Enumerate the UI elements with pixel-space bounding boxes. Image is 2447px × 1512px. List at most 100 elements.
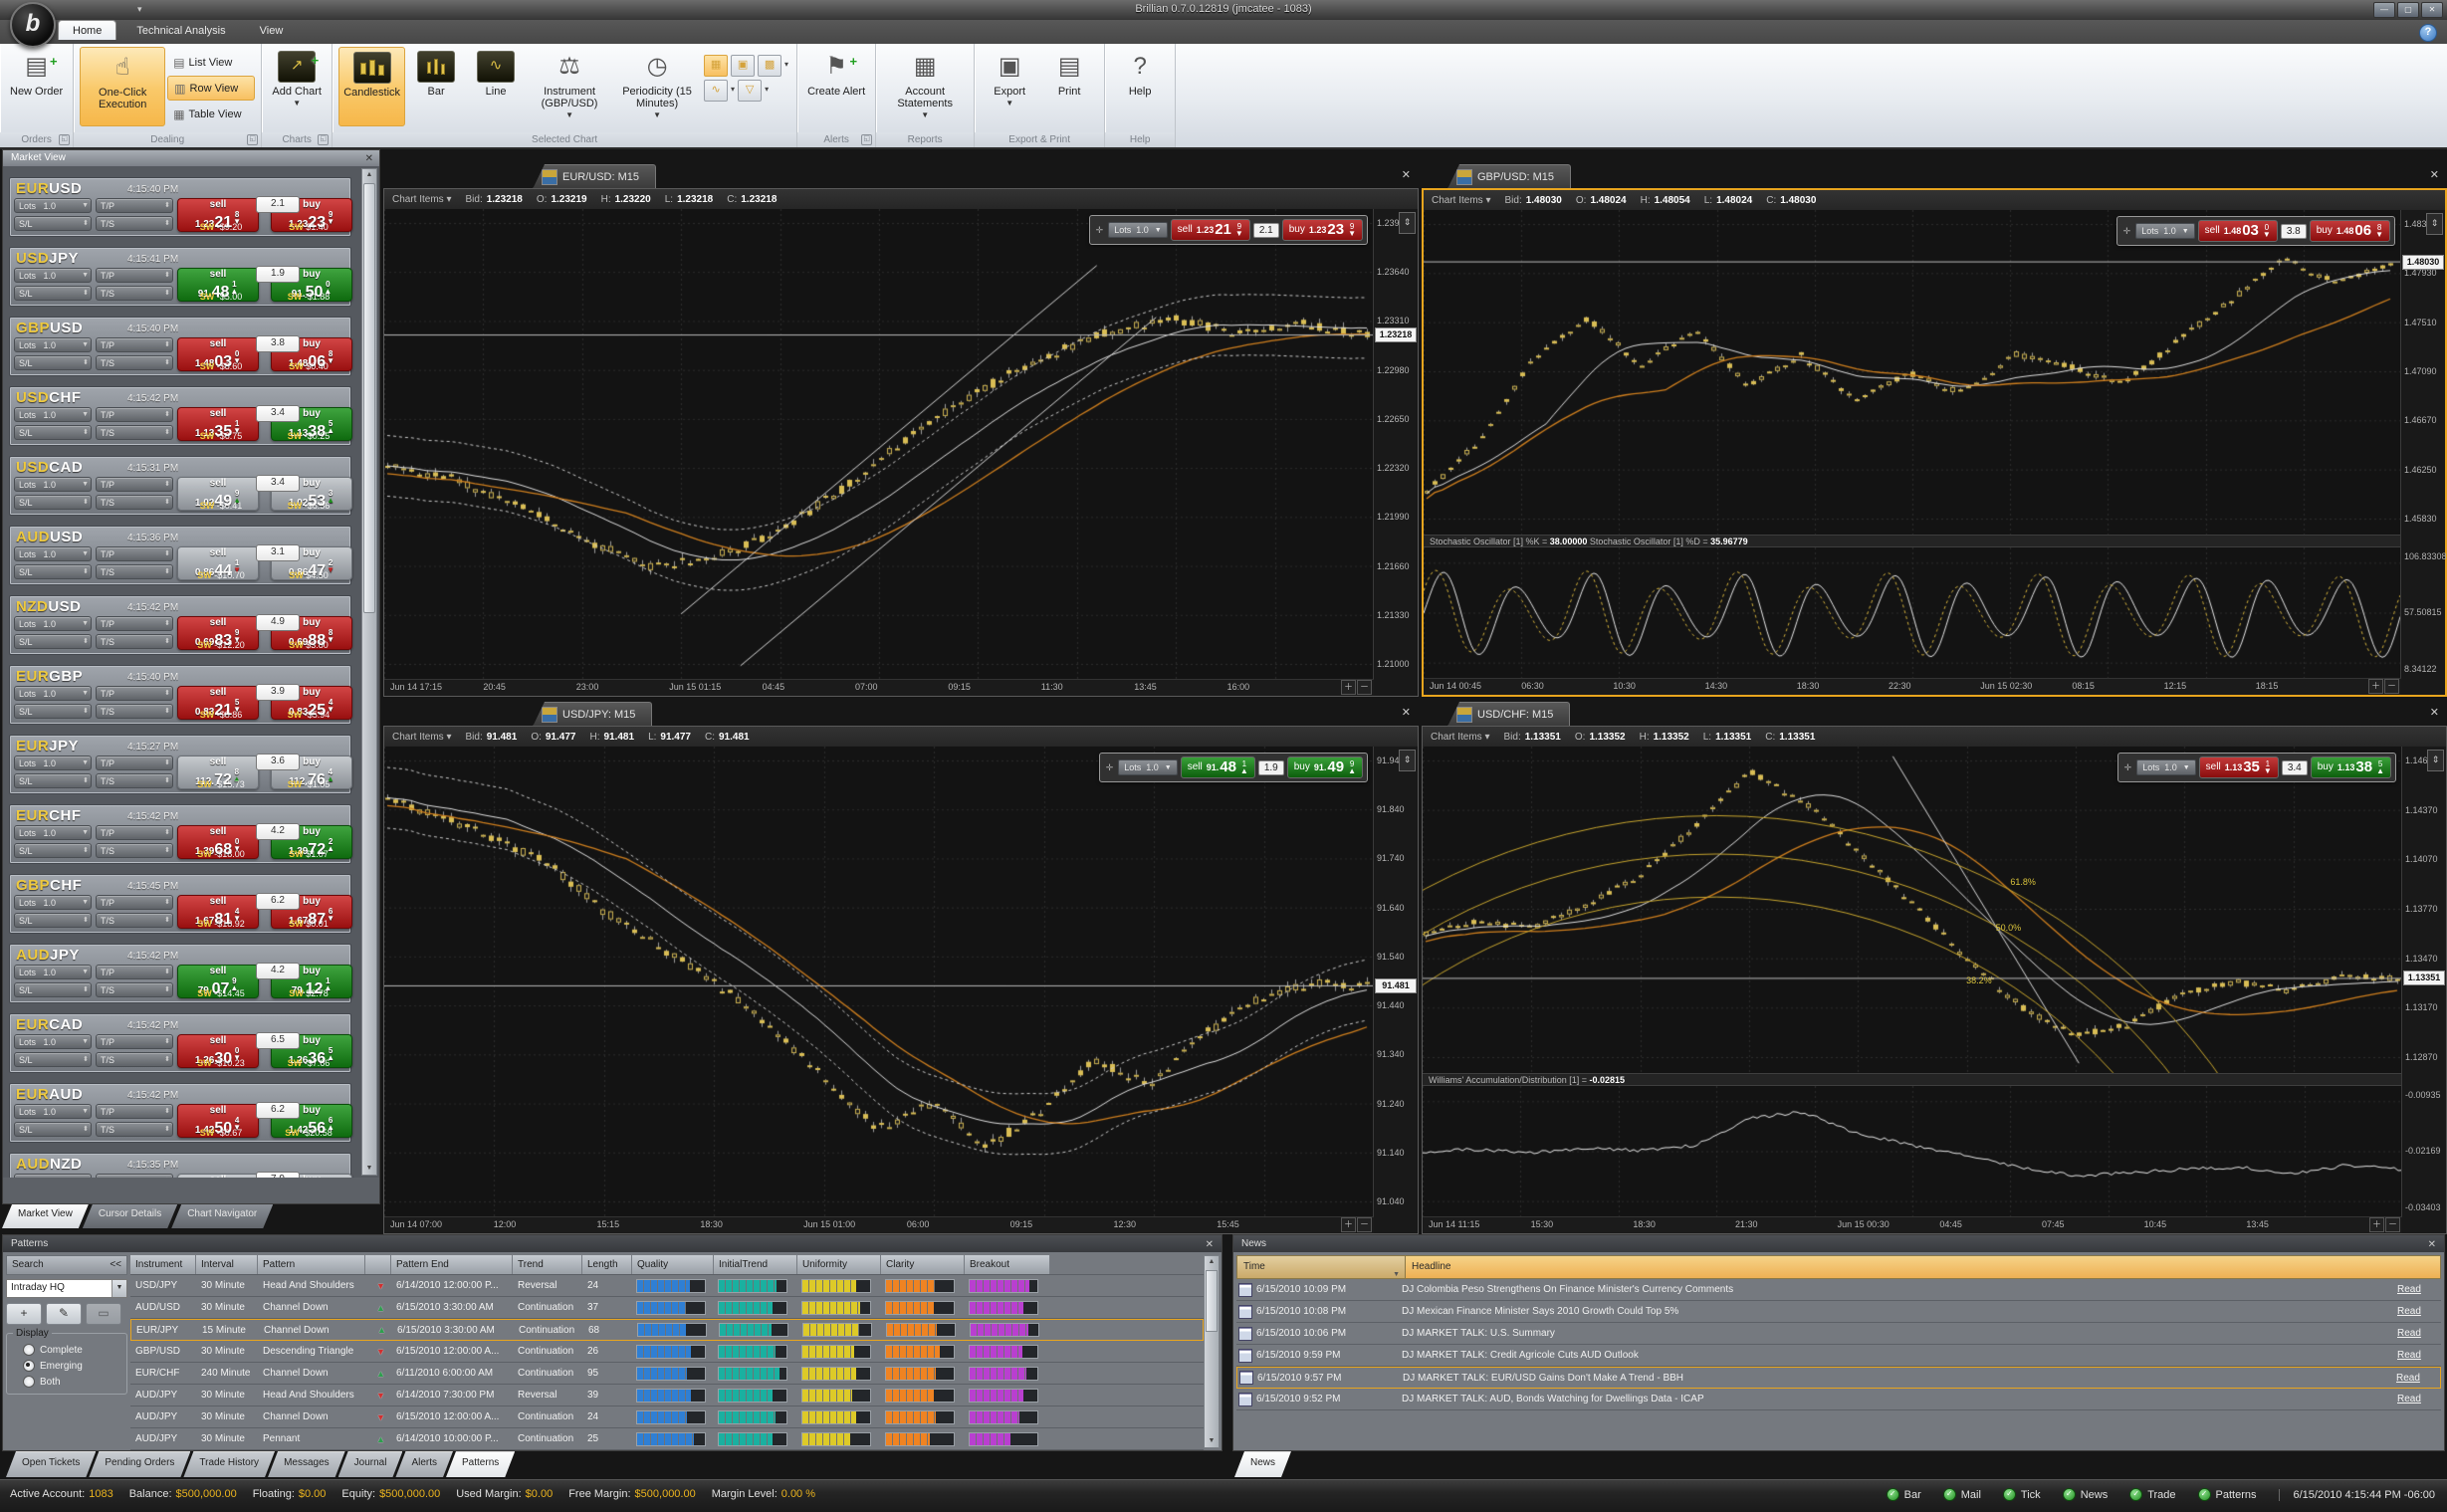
trailing-stop-stepper[interactable]: T/S⬍ <box>96 634 173 649</box>
market-view-close-icon[interactable]: ✕ <box>365 151 373 167</box>
delete-pattern-search-button[interactable]: ▭ <box>86 1303 121 1325</box>
bar-button[interactable]: Bar <box>407 47 465 126</box>
price-scale-icon[interactable]: ⇕ <box>2426 213 2443 235</box>
zoom-in-button[interactable]: ＋ <box>2369 1217 2384 1232</box>
lots-select[interactable]: Lots 1.0 ▼ <box>2136 759 2195 775</box>
lots-select[interactable]: Lots 1.0▼ <box>14 895 92 910</box>
pattern-row[interactable]: AUD/JPY30 MinuteChannel Down▼6/15/2010 1… <box>130 1406 1204 1428</box>
bottom-tab-patterns[interactable]: Patterns <box>446 1451 515 1477</box>
pattern-row[interactable]: EUR/JPY15 MinuteChannel Down▲6/15/2010 3… <box>130 1319 1204 1341</box>
news-row[interactable]: 6/15/2010 9:59 PMDJ MARKET TALK: Credit … <box>1236 1345 2441 1367</box>
sell-button[interactable]: sell1.13351▼ <box>2199 756 2279 778</box>
sell-button[interactable]: sell1.23706▼ <box>177 1174 259 1178</box>
price-scale-icon[interactable]: ⇕ <box>1399 750 1416 771</box>
patterns-close-icon[interactable]: ✕ <box>1206 1236 1214 1253</box>
take-profit-stepper[interactable]: T/P⬍ <box>96 1104 173 1119</box>
price-chart-canvas[interactable] <box>384 747 1374 1217</box>
column-header-initialtrend[interactable]: InitialTrend <box>714 1255 797 1274</box>
column-header-direction[interactable] <box>365 1255 391 1274</box>
take-profit-stepper[interactable]: T/P⬍ <box>96 198 173 213</box>
scroll-up-icon[interactable]: ▲ <box>1205 1256 1219 1268</box>
pattern-row[interactable]: AUD/JPY30 MinutePennant▲6/14/2010 10:00:… <box>130 1428 1204 1450</box>
take-profit-stepper[interactable]: T/P⬍ <box>96 895 173 910</box>
drag-grip-icon[interactable]: ✛ <box>2121 226 2133 237</box>
pattern-row[interactable]: USD/JPY30 MinuteHead And Shoulders▼6/14/… <box>130 1275 1204 1297</box>
add-chart-button[interactable]: ↗+Add Chart▼ <box>268 47 326 126</box>
scrollbar-thumb[interactable] <box>363 183 375 613</box>
bottom-tab-alerts[interactable]: Alerts <box>395 1451 453 1477</box>
lots-select[interactable]: Lots 1.0▼ <box>14 337 92 352</box>
chevron-down-icon[interactable]: ▾ <box>731 80 735 102</box>
stop-loss-stepper[interactable]: S/L⬍ <box>14 1052 92 1067</box>
chevron-down-icon[interactable]: ▾ <box>765 80 769 102</box>
lots-select[interactable]: Lots 1.0▼ <box>14 756 92 770</box>
trailing-stop-stepper[interactable]: T/S⬍ <box>96 982 173 997</box>
zoom-in-button[interactable]: ＋ <box>1341 680 1356 695</box>
collapse-icon[interactable]: << <box>110 1256 121 1274</box>
stop-loss-stepper[interactable]: S/L⬍ <box>14 564 92 579</box>
price-scale-icon[interactable]: ⇕ <box>2427 750 2444 771</box>
lots-select[interactable]: Lots 1.0▼ <box>14 477 92 492</box>
add-pattern-search-button[interactable]: + <box>6 1303 42 1325</box>
new-order-button[interactable]: ▤+New Order <box>6 47 67 126</box>
take-profit-stepper[interactable]: T/P⬍ <box>96 268 173 283</box>
radio-emerging[interactable]: Emerging <box>23 1360 120 1372</box>
chart-items-dropdown[interactable]: Chart Items ▾ <box>1432 195 1490 206</box>
stop-loss-stepper[interactable]: S/L⬍ <box>14 913 92 928</box>
chart-close-icon[interactable]: ✕ <box>2430 706 2439 719</box>
bottom-tab-open-tickets[interactable]: Open Tickets <box>6 1451 96 1477</box>
export-button[interactable]: ▣Export▼ <box>981 47 1038 126</box>
bottom-tab-trade-history[interactable]: Trade History <box>183 1451 275 1477</box>
chart-items-dropdown[interactable]: Chart Items ▾ <box>1431 732 1489 743</box>
column-header-uniformity[interactable]: Uniformity <box>797 1255 881 1274</box>
instrument-gbp-usd-button[interactable]: ⚖Instrument (GBP/USD)▼ <box>527 47 612 126</box>
scroll-up-icon[interactable]: ▲ <box>362 169 376 181</box>
buy-button[interactable]: buy1.13385▲ <box>2311 756 2391 778</box>
buy-button[interactable]: buy1.48068▼ <box>2310 220 2390 242</box>
radio-both[interactable]: Both <box>23 1376 120 1388</box>
price-chart-canvas[interactable] <box>1424 210 2401 535</box>
search-header[interactable]: Search << <box>6 1255 127 1275</box>
one-click-execution-button[interactable]: ☝One-Click Execution <box>80 47 165 126</box>
patterns-scrollbar[interactable]: ▲ ▼ <box>1204 1255 1220 1448</box>
column-header-quality[interactable]: Quality <box>632 1255 714 1274</box>
scrollbar-thumb[interactable] <box>1206 1270 1218 1332</box>
create-alert-button[interactable]: ⚑+Create Alert <box>803 47 869 126</box>
sell-button[interactable]: sell1.23219▼ <box>1171 219 1250 241</box>
radio-complete[interactable]: Complete <box>23 1344 120 1356</box>
stop-loss-stepper[interactable]: S/L⬍ <box>14 425 92 440</box>
chart-close-icon[interactable]: ✕ <box>1402 706 1411 719</box>
bottom-tab-pending-orders[interactable]: Pending Orders <box>89 1451 190 1477</box>
chart-tab-gbp-usd-m15[interactable]: GBP/USD: M15 <box>1447 164 1571 189</box>
drag-grip-icon[interactable]: ✛ <box>2122 762 2134 773</box>
take-profit-stepper[interactable]: T/P⬍ <box>96 686 173 701</box>
trailing-stop-stepper[interactable]: T/S⬍ <box>96 913 173 928</box>
minimize-button[interactable]: — <box>2373 2 2395 18</box>
read-link[interactable]: Read <box>2397 1328 2441 1339</box>
lots-select[interactable]: Lots 1.0▼ <box>14 268 92 283</box>
bottom-tab-journal[interactable]: Journal <box>338 1451 403 1477</box>
column-header-interval[interactable]: Interval <box>196 1255 258 1274</box>
lots-select[interactable]: Lots 1.0▼ <box>14 825 92 840</box>
scroll-down-icon[interactable]: ▼ <box>1205 1435 1219 1447</box>
ribbon-tab-home[interactable]: Home <box>58 20 116 40</box>
stop-loss-stepper[interactable]: S/L⬍ <box>14 773 92 788</box>
column-header-breakout[interactable]: Breakout <box>965 1255 1050 1274</box>
lots-select[interactable]: Lots 1.0▼ <box>14 1174 92 1178</box>
sell-button[interactable]: sell1.48030▼ <box>2198 220 2278 242</box>
help-button[interactable]: ?Help <box>1111 47 1169 126</box>
close-button[interactable]: ✕ <box>2421 2 2443 18</box>
zoom-in-button[interactable]: ＋ <box>2368 679 2383 694</box>
lots-select[interactable]: Lots 1.0 ▼ <box>1108 222 1167 238</box>
news-row[interactable]: 6/15/2010 9:57 PMDJ MARKET TALK: EUR/USD… <box>1236 1367 2441 1389</box>
trailing-stop-stepper[interactable]: T/S⬍ <box>96 355 173 370</box>
news-headline-column-header[interactable]: Headline <box>1406 1255 2441 1279</box>
trailing-stop-stepper[interactable]: T/S⬍ <box>96 564 173 579</box>
lots-select[interactable]: Lots 1.0 ▼ <box>2135 223 2194 239</box>
drag-grip-icon[interactable]: ✛ <box>1104 762 1116 773</box>
take-profit-stepper[interactable]: T/P⬍ <box>96 477 173 492</box>
trailing-stop-stepper[interactable]: T/S⬍ <box>96 495 173 510</box>
take-profit-stepper[interactable]: T/P⬍ <box>96 1174 173 1178</box>
lots-select[interactable]: Lots 1.0▼ <box>14 198 92 213</box>
buy-button[interactable]: buy1.23239▼ <box>1282 219 1363 241</box>
